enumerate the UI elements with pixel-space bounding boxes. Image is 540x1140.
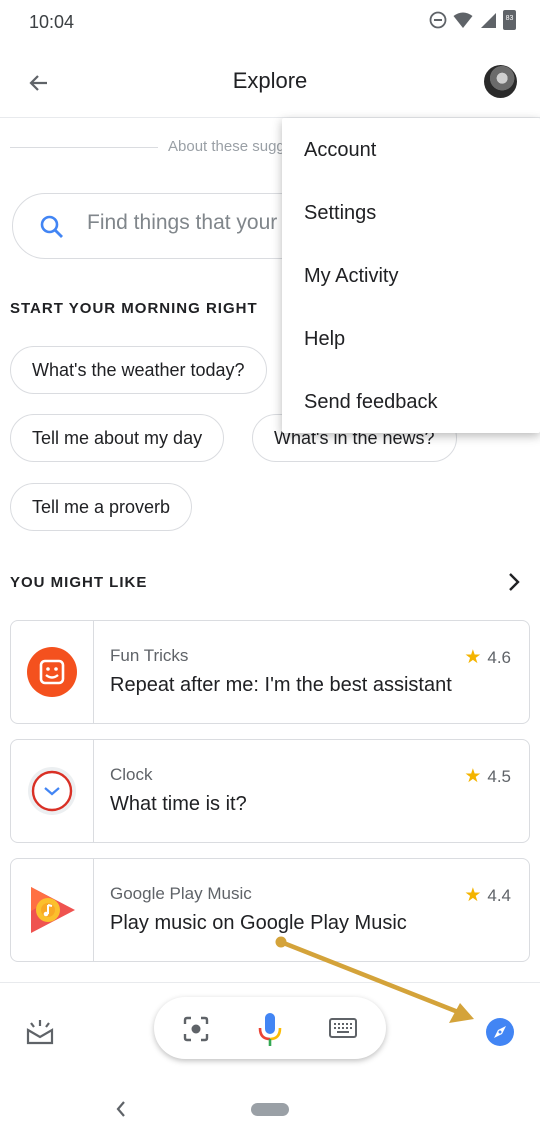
menu-item-account[interactable]: Account xyxy=(304,139,376,162)
menu-item-my-activity[interactable]: My Activity xyxy=(304,265,398,288)
rating-value: 4.5 xyxy=(487,766,511,786)
section-title-morning: START YOUR MORNING RIGHT xyxy=(10,300,258,317)
rating-value: 4.4 xyxy=(487,885,511,905)
chevron-right-icon[interactable] xyxy=(504,571,524,593)
search-icon xyxy=(40,215,63,238)
battery-icon: 83 xyxy=(503,10,516,30)
section-title-you-might-like: YOU MIGHT LIKE xyxy=(10,574,148,591)
status-bar: 10:04 83 xyxy=(0,0,540,44)
card-icon-cell xyxy=(11,621,94,723)
fun-tricks-icon xyxy=(27,647,77,697)
avatar[interactable] xyxy=(484,65,517,98)
overflow-menu: Account Settings My Activity Help Send f… xyxy=(282,118,540,433)
mic-icon[interactable] xyxy=(255,1011,285,1047)
battery-level: 83 xyxy=(505,15,514,22)
nav-back-icon[interactable] xyxy=(114,1099,128,1119)
star-icon: ★ xyxy=(464,885,482,906)
explore-icon[interactable] xyxy=(485,1017,515,1047)
card-icon-cell xyxy=(11,859,94,961)
updates-icon[interactable] xyxy=(25,1017,55,1047)
divider xyxy=(10,147,158,148)
star-icon: ★ xyxy=(464,647,482,668)
nav-home-pill[interactable] xyxy=(251,1103,289,1116)
card-category: Fun Tricks xyxy=(110,646,189,665)
page-title: Explore xyxy=(232,68,308,93)
card-category: Clock xyxy=(110,765,153,784)
card-rating: ★ 4.5 xyxy=(464,765,511,788)
action-card-play-music[interactable]: Google Play Music Play music on Google P… xyxy=(10,858,530,962)
rating-value: 4.6 xyxy=(487,647,511,667)
card-title: What time is it? xyxy=(110,793,247,815)
card-title: Play music on Google Play Music xyxy=(110,912,407,934)
chip-weather[interactable]: What's the weather today? xyxy=(10,346,267,394)
card-title: Repeat after me: I'm the best assistant xyxy=(110,674,452,696)
do-not-disturb-icon xyxy=(429,11,447,29)
status-icons: 83 xyxy=(429,10,516,30)
chip-proverb[interactable]: Tell me a proverb xyxy=(10,483,193,531)
card-rating: ★ 4.6 xyxy=(464,646,511,669)
star-icon: ★ xyxy=(464,766,482,787)
lens-icon[interactable] xyxy=(182,1015,210,1043)
cell-signal-icon xyxy=(481,12,496,28)
play-music-icon xyxy=(31,887,75,933)
bottom-bar xyxy=(0,982,540,1140)
menu-item-send-feedback[interactable]: Send feedback xyxy=(304,391,437,414)
menu-item-settings[interactable]: Settings xyxy=(304,202,376,225)
menu-item-help[interactable]: Help xyxy=(304,328,345,351)
assistant-input-pill xyxy=(154,997,386,1059)
keyboard-icon[interactable] xyxy=(329,1018,357,1038)
card-icon-cell xyxy=(11,740,94,842)
card-category: Google Play Music xyxy=(110,884,252,903)
action-card-clock[interactable]: Clock What time is it? ★ 4.5 xyxy=(10,739,530,843)
wifi-icon xyxy=(453,12,473,28)
status-time: 10:04 xyxy=(29,12,75,32)
app-bar: Explore xyxy=(0,44,540,118)
chip-my-day[interactable]: Tell me about my day xyxy=(10,414,225,462)
action-card-fun-tricks[interactable]: Fun Tricks Repeat after me: I'm the best… xyxy=(10,620,530,724)
card-rating: ★ 4.4 xyxy=(464,884,511,907)
clock-icon xyxy=(28,767,76,815)
